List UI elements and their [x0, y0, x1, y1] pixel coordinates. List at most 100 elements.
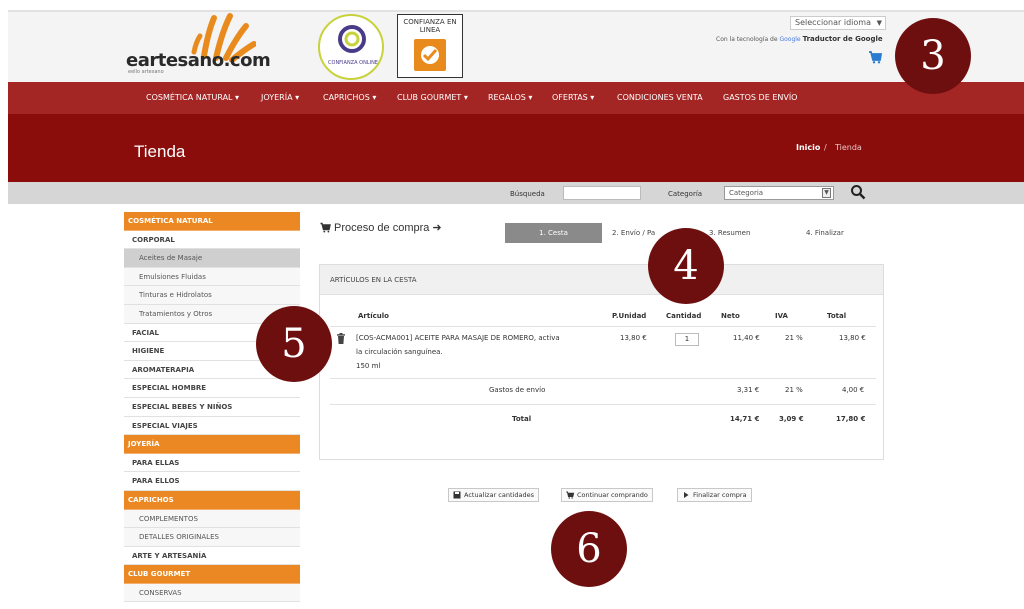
- marker-3: 3: [895, 18, 971, 94]
- seal2-label: CONFIANZA EN LINEA: [403, 18, 457, 34]
- sidebar-item[interactable]: CONSERVAS: [124, 583, 300, 603]
- item-total: 13,80 €: [839, 334, 866, 342]
- cart-icon: [320, 222, 331, 233]
- finish-purchase-label: Finalizar compra: [693, 491, 747, 499]
- language-select[interactable]: Seleccionar idioma ▼: [790, 16, 886, 30]
- cart-icon: [566, 491, 574, 499]
- page-banner: Tienda: [8, 114, 1024, 182]
- nav-item-regalos[interactable]: REGALOS ▾: [488, 93, 532, 102]
- total-net: 14,71 €: [730, 415, 760, 423]
- table-divider: [330, 404, 876, 405]
- nav-item-gastos-envio[interactable]: GASTOS DE ENVÍO: [723, 93, 797, 102]
- sidebar-category[interactable]: JOYERÍA: [124, 435, 300, 454]
- confianza-en-linea-seal[interactable]: CONFIANZA EN LINEA: [397, 14, 463, 78]
- shipping-total: 4,00 €: [842, 386, 865, 394]
- step-envio[interactable]: 2. Envío / Pa: [612, 229, 655, 237]
- chevron-down-icon: ▼: [876, 19, 882, 27]
- sidebar-item[interactable]: ESPECIAL HOMBRE: [124, 379, 300, 398]
- chevron-down-icon: ▼: [822, 188, 831, 198]
- step-resumen[interactable]: 3. Resumen: [709, 229, 750, 237]
- nav-item-condiciones-venta[interactable]: CONDICIONES VENTA: [617, 93, 703, 102]
- logo-tagline: eello artesano: [128, 69, 164, 75]
- sidebar-item[interactable]: Emulsiones Fluidas: [124, 267, 300, 287]
- quantity-input[interactable]: 1: [675, 333, 699, 346]
- cart-panel-title: ARTÍCULOS EN LA CESTA: [330, 276, 417, 284]
- sidebar-category[interactable]: COSMÉTICA NATURAL: [124, 212, 300, 231]
- category-label: Categoría: [668, 190, 703, 198]
- confianza-online-seal[interactable]: CONFIANZA ONLINE: [318, 14, 384, 80]
- site-logo[interactable]: eartesano.com eello artesano: [126, 12, 271, 75]
- cart-panel: ARTÍCULOS EN LA CESTA: [319, 264, 884, 460]
- item-size: 150 ml: [356, 362, 381, 370]
- sidebar-item[interactable]: PARA ELLOS: [124, 472, 300, 491]
- breadcrumb-separator: /: [824, 143, 827, 152]
- item-description-line1: [COS-ACMA001] ACEITE PARA MASAJE DE ROME…: [356, 334, 560, 342]
- col-cantidad: Cantidad: [666, 312, 702, 320]
- update-quantities-button[interactable]: Actualizar cantidades: [448, 488, 539, 502]
- save-icon: [453, 491, 461, 499]
- col-iva: IVA: [775, 312, 788, 320]
- sidebar-category[interactable]: CLUB GOURMET: [124, 565, 300, 584]
- google-brand: Google: [779, 36, 801, 43]
- nav-item-joyeria[interactable]: JOYERÍA ▾: [261, 93, 299, 102]
- page-title: Tienda: [134, 142, 186, 161]
- sidebar-item[interactable]: ESPECIAL VIAJES: [124, 416, 300, 436]
- col-articulo: Artículo: [358, 312, 389, 320]
- table-divider: [330, 378, 876, 379]
- col-precio-unidad: P.Unidad: [612, 312, 647, 320]
- search-input[interactable]: [563, 186, 641, 200]
- play-icon: [684, 492, 689, 498]
- marker-6: 6: [551, 511, 627, 587]
- nav-item-ofertas[interactable]: OFERTAS ▾: [552, 93, 594, 102]
- trash-icon[interactable]: [336, 333, 346, 344]
- total-label: Total: [512, 415, 532, 423]
- finish-purchase-button[interactable]: Finalizar compra: [677, 488, 752, 502]
- item-vat: 21 %: [785, 334, 803, 342]
- google-translate-credit[interactable]: Con la tecnología de Google Traductor de…: [716, 35, 883, 43]
- marker-5: 5: [256, 306, 332, 382]
- item-unit-price: 13,80 €: [620, 334, 647, 342]
- cart-icon[interactable]: [868, 50, 882, 64]
- sidebar-category[interactable]: CAPRICHOS: [124, 490, 300, 510]
- category-select[interactable]: Categoria ▼: [724, 186, 834, 200]
- nav-item-club-gourmet[interactable]: CLUB GOURMET ▾: [397, 93, 468, 102]
- search-icon[interactable]: [850, 184, 866, 200]
- breadcrumb-home[interactable]: Inicio: [796, 143, 820, 152]
- category-sidebar: COSMÉTICA NATURAL CORPORAL Aceites de Masa…: [124, 212, 300, 603]
- breadcrumb-current: Tienda: [835, 143, 862, 152]
- shipping-label: Gastos de envío: [489, 386, 546, 394]
- update-quantities-label: Actualizar cantidades: [464, 491, 534, 499]
- seal2-emblem-icon: [414, 39, 446, 71]
- process-title: Proceso de compra ➜: [334, 222, 442, 234]
- nav-item-cosmetica[interactable]: COSMÉTICA NATURAL ▾: [146, 93, 239, 102]
- language-select-value: Seleccionar idioma: [795, 18, 871, 27]
- logo-wordmark: eartesano.com: [126, 50, 271, 71]
- total-amount: 17,80 €: [836, 415, 866, 423]
- marker-4: 4: [648, 228, 724, 304]
- sidebar-item[interactable]: ARTE Y ARTESANÍA: [124, 546, 300, 566]
- sidebar-item[interactable]: PARA ELLAS: [124, 453, 300, 473]
- shipping-net: 3,31 €: [737, 386, 760, 394]
- google-translate-label: Traductor de Google: [802, 35, 883, 43]
- seal1-label: CONFIANZA ONLINE: [328, 60, 378, 66]
- sidebar-item[interactable]: Aceites de Masaje: [124, 249, 300, 268]
- item-net: 11,40 €: [733, 334, 760, 342]
- step-cesta[interactable]: 1. Cesta: [505, 223, 602, 243]
- col-neto: Neto: [721, 312, 740, 320]
- sidebar-item[interactable]: Tinturas e Hidrolatos: [124, 286, 300, 305]
- nav-item-caprichos[interactable]: CAPRICHOS ▾: [323, 93, 376, 102]
- category-select-value: Categoria: [729, 189, 764, 197]
- sidebar-item[interactable]: CORPORAL: [124, 230, 300, 250]
- seal-ring-icon: [338, 25, 366, 53]
- sidebar-item[interactable]: DETALLES ORIGINALES: [124, 528, 300, 547]
- shipping-vat: 21 %: [785, 386, 803, 394]
- continue-shopping-label: Continuar comprando: [577, 491, 648, 499]
- item-description-line2: la circulación sanguínea.: [356, 348, 443, 356]
- continue-shopping-button[interactable]: Continuar comprando: [561, 488, 653, 502]
- total-vat: 3,09 €: [779, 415, 804, 423]
- cart-panel-header: ARTÍCULOS EN LA CESTA: [320, 265, 883, 295]
- search-label: Búsqueda: [510, 190, 545, 198]
- step-finalizar[interactable]: 4. Finalizar: [806, 229, 844, 237]
- sidebar-item[interactable]: COMPLEMENTOS: [124, 509, 300, 529]
- sidebar-item[interactable]: ESPECIAL BEBES Y NIÑOS: [124, 397, 300, 417]
